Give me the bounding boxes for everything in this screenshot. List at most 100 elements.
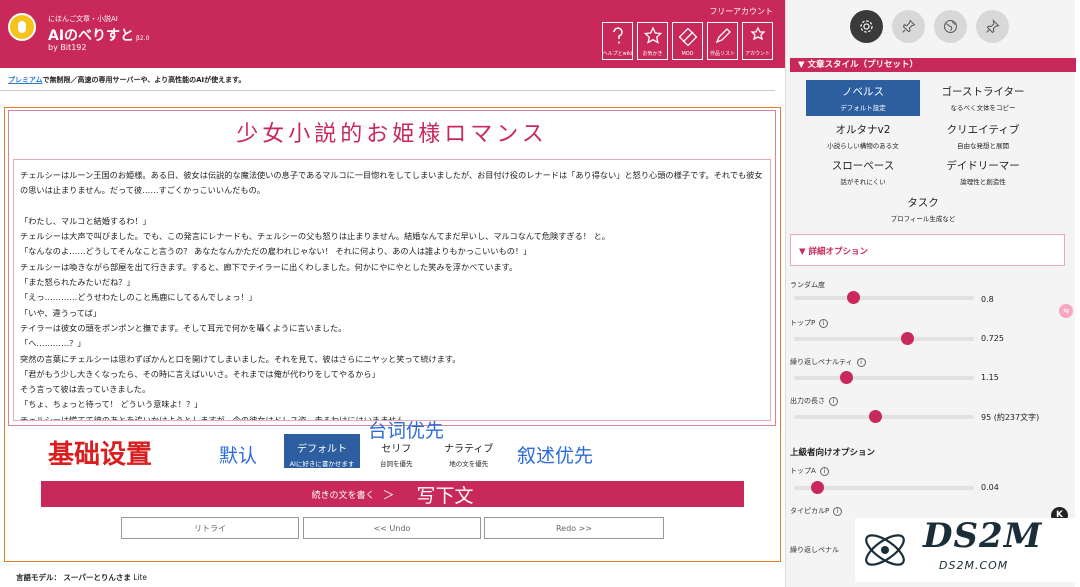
info-icon[interactable]: i [856,357,866,367]
option-typical-p-label-text: タイピカルP [790,507,830,515]
premium-text: で無制限／高速の専用サーバーや、より高性能のAIが使えます。 [42,76,246,84]
arrow-right-icon: ＞ [382,487,395,502]
bookmark-button[interactable]: お気かき [637,22,668,60]
option-repetition-penalty-label: 繰り返しペナルティ i [790,357,866,367]
mode-serif-label: セリフ [381,444,412,455]
mode-narrative-label: ナラティブ [444,444,494,455]
preset-sub: なるべく文体をコピー [950,104,1016,112]
story-paragraph: 「わたし、マルコと結婚するわ！」 [20,215,151,226]
watermark-brand: DS2M [923,516,1043,556]
output-length-slider[interactable] [794,410,974,423]
model-suffix: Lite [133,573,148,582]
tab-memory[interactable] [976,10,1009,43]
continue-writing-button[interactable]: 続きの文を書く ＞ 写下文 [41,481,744,507]
help-button[interactable]: ヘルプとwiki [602,22,633,60]
preset-header[interactable]: ▼ 文章スタイル（プリセット） [790,58,1076,72]
info-icon[interactable]: i [833,506,843,516]
story-paragraph: 突然の言葉にチェルシーは思わずぽかんと口を開けてしまいました。それを見て、彼はさ… [20,353,461,364]
option-top-p-label: トップP i [790,318,829,328]
detail-options-header[interactable]: ▼ 詳細オプション [790,234,1065,266]
sidebar-tabs [850,10,1009,43]
account-icon [749,26,766,41]
preset-sub: 論理性と創造性 [960,178,1006,186]
option-repetition-advanced-label-text: 繰り返しペナル [790,546,839,554]
info-icon[interactable]: i [829,396,838,406]
info-icon[interactable]: i [819,318,829,328]
model-value[interactable]: スーパーとりんさま [63,573,130,582]
tab-pin[interactable] [892,10,925,43]
premium-link[interactable]: プレミアム [8,76,43,84]
brand-title: AIのべりすと β2.0 [48,25,149,45]
preset-slowpace[interactable]: スローペース 話がそれにくい [806,158,920,186]
pushpin-icon [986,19,1000,34]
mode-narrative-button[interactable]: ナラティブ 地の文を優先 [444,440,493,468]
watermark-logo [865,534,905,566]
mode-serif-button[interactable]: セリフ 台詞を優先 [380,440,413,468]
works-list-button[interactable]: 作品リスト [707,22,738,60]
story-paragraph [20,199,764,214]
brand-subtitle: にほんご文章・小説AI [48,15,118,23]
output-length-value: 95 (約237文字) [981,413,1040,422]
sidebar-toggle-icon[interactable]: ⇆ [1059,304,1073,318]
preset-sub: デフォルト設定 [840,104,886,112]
story-paragraph: そう言って彼は去っていきました。 [20,384,151,395]
tab-settings[interactable] [850,10,883,43]
language-model: 言語モデル： スーパーとりんさま Lite [16,572,147,583]
advanced-options-header[interactable]: 上級者向けオプション [790,446,875,458]
divider [0,90,775,91]
undo-button[interactable]: << Undo [303,517,481,539]
top-p-slider[interactable] [794,332,974,345]
continue-label: 続きの文を書く [311,490,375,501]
top-a-slider[interactable] [794,481,974,494]
app-root: にほんご文章・小説AI AIのべりすと β2.0 by Bit192 フリーアカウ… [0,0,1080,587]
mode-default-button[interactable]: デフォルト AIに好きに書かせます [284,434,360,468]
info-icon[interactable]: i [819,466,829,476]
preset-creative[interactable]: クリエイティブ 自由な発想と展開 [926,122,1040,150]
option-top-p-label-text: トップP [790,319,816,327]
preset-daydreamer[interactable]: デイドリーマー 論理性と創造性 [926,158,1040,186]
story-textarea[interactable]: チェルシーはルーン王国のお姫様。ある日、彼女は伝説的な魔法使いの息子であるマルコ… [13,159,771,421]
randomness-slider[interactable] [794,291,974,304]
preset-task[interactable]: タスク プロフィール生成など [866,195,980,223]
mode-serif-sub: 台詞を優先 [380,460,413,468]
header: にほんご文章・小説AI AIのべりすと β2.0 by Bit192 フリーアカウ… [0,0,785,68]
retry-button[interactable]: リトライ [121,517,299,539]
preset-sub: 小説らしい構物のある文 [827,142,899,150]
preset-label: スローペース [831,160,895,172]
account-status[interactable]: フリーアカウント [709,6,773,17]
annotation-write-next: 写下文 [416,484,474,507]
preset-label: タスク [907,197,939,209]
preset-alterna[interactable]: オルタナv2 小説らしい構物のある文 [806,122,920,150]
preset-sub: 自由な発想と展開 [957,142,1009,150]
top-a-value: 0.04 [981,483,999,492]
slider-handle[interactable] [811,481,825,494]
story-paragraph: テイラーは彼女の頭をポンポンと撫でます。そして耳元で何かを囁くように言いました。 [20,322,347,333]
mode-default-sub: AIに好きに書かせます [289,460,355,468]
option-top-a-label-text: トップA [790,467,816,475]
slider-handle[interactable] [901,332,915,345]
repetition-penalty-slider[interactable] [794,371,974,384]
mod-button[interactable]: MOD [672,22,703,60]
slider-handle[interactable] [840,371,854,384]
toolbar: ヘルプとwiki お気かき MOD 作品リスト アカウント [602,22,773,60]
annotation-dialogue-first: 台词优先 [368,420,445,442]
preset-label: ゴーストライター [941,86,1025,98]
brand-version: β2.0 [136,35,150,42]
slider-handle[interactable] [869,410,882,423]
tab-world[interactable] [934,10,967,43]
model-label: 言語モデル： [16,573,61,582]
story-paragraph: 「君がもう少し大きくなったら、その時に言えばいいさ。それまでは俺が代わりをしてや… [20,368,380,379]
top-p-value: 0.725 [981,334,1004,343]
slider-handle[interactable] [847,291,861,304]
mod-label: MOD [681,51,694,57]
star-icon [643,26,662,44]
story-box: 少女小説的お姫様ロマンス チェルシーはルーン王国のお姫様。ある日、彼女は伝説的な… [8,110,776,426]
account-button[interactable]: アカウント [742,22,773,60]
preset-novels[interactable]: ノベルス デフォルト設定 [806,80,920,116]
redo-button[interactable]: Redo >> [484,517,664,539]
story-title[interactable]: 少女小説的お姫様ロマンス [9,116,775,148]
preset-ghostwriter[interactable]: ゴーストライターなるべく文体をコピー [926,84,1040,112]
option-typical-p-label: タイピカルP i [790,506,843,516]
option-randomness-label-text: ランダム度 [790,281,825,289]
repetition-penalty-value: 1.15 [981,373,999,382]
